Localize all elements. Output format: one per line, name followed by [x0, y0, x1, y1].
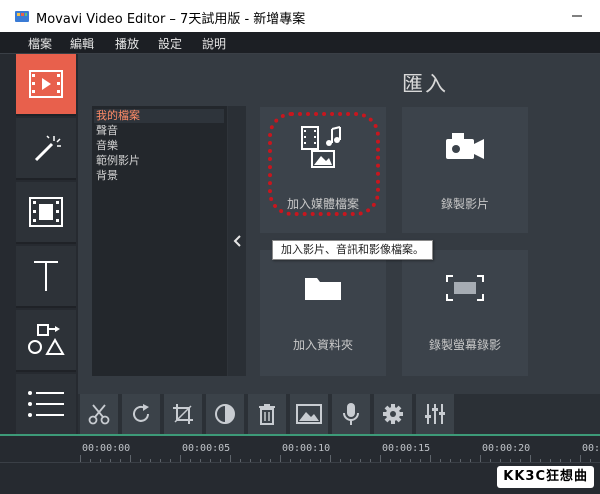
menu-file[interactable]: 檔案	[28, 35, 52, 52]
add-folder-tile[interactable]: 加入資料夾	[260, 250, 386, 376]
screen-capture-icon	[402, 274, 528, 302]
menu-help[interactable]: 說明	[202, 35, 226, 52]
panel-title: 匯入	[402, 72, 448, 96]
insert-image-button[interactable]	[290, 394, 328, 434]
timeline-tick	[130, 455, 131, 462]
timeline-tick	[280, 455, 281, 462]
sidebar-effects-button[interactable]	[16, 118, 76, 180]
equalizer-button[interactable]	[416, 394, 454, 434]
rotate-icon	[133, 404, 149, 422]
image-icon	[296, 404, 322, 424]
film-filter-icon	[29, 197, 63, 227]
window-controls	[554, 0, 600, 32]
menu-edit[interactable]: 編輯	[70, 35, 94, 52]
timeline-tick	[380, 455, 381, 462]
timeline-tick	[430, 455, 431, 462]
sidebar-transitions-button[interactable]	[16, 182, 76, 244]
clip-settings-button[interactable]	[374, 394, 412, 434]
shapes-icon	[28, 324, 65, 355]
sliders-icon	[425, 404, 445, 424]
menu-playback[interactable]: 播放	[115, 35, 139, 52]
screen-capture-tile[interactable]: 錄製螢幕錄影	[402, 250, 528, 376]
timeline-tick	[230, 455, 231, 462]
time-label-15: 00:00:15	[382, 443, 431, 454]
movavi-app-icon	[15, 11, 29, 22]
file-category-my-files[interactable]: 我的檔案	[94, 109, 224, 123]
menu-bar: 檔案 編輯 播放 設定 說明	[0, 32, 600, 54]
magic-wand-icon	[34, 135, 61, 162]
sidebar-titles-button[interactable]	[16, 246, 76, 308]
file-category-music[interactable]: 音樂	[96, 139, 118, 153]
import-film-icon	[29, 70, 63, 98]
timeline-tick	[580, 455, 581, 462]
minimize-button[interactable]	[554, 0, 600, 32]
tool-sidebar	[0, 54, 78, 436]
timeline-tick	[180, 455, 181, 462]
timeline-tick	[480, 455, 481, 462]
record-video-tile[interactable]: 錄製影片	[402, 107, 528, 233]
cut-button[interactable]	[80, 394, 118, 434]
record-audio-button[interactable]	[332, 394, 370, 434]
time-label-0: 00:00:00	[82, 443, 131, 454]
timeline-tick	[330, 455, 331, 462]
site-watermark: KK3C狂想曲	[497, 466, 594, 488]
timeline-ruler[interactable]: 00:00:00 00:00:05 00:00:10 00:00:15 00:0…	[78, 436, 600, 462]
sidebar-more-button[interactable]	[16, 374, 76, 436]
add-media-tooltip: 加入影片、音訊和影像檔案。	[272, 240, 433, 260]
annotation-highlight-circle	[268, 112, 380, 216]
list-icon	[28, 391, 64, 417]
window-title: Movavi Video Editor – 7天試用版 - 新增專案	[36, 12, 306, 27]
title-bar: Movavi Video Editor – 7天試用版 - 新增專案	[0, 0, 600, 32]
file-category-list: 我的檔案 聲音 音樂 範例影片 背景	[92, 106, 228, 376]
rotate-button[interactable]	[122, 394, 160, 434]
minimize-icon	[572, 15, 582, 17]
timeline-tick	[530, 455, 531, 462]
screen-capture-label: 錄製螢幕錄影	[428, 338, 501, 352]
color-adjust-button[interactable]	[206, 394, 244, 434]
scissors-icon	[88, 404, 110, 425]
file-category-sample-videos[interactable]: 範例影片	[96, 154, 140, 168]
delete-button[interactable]	[248, 394, 286, 434]
trash-icon	[259, 404, 275, 425]
crop-icon	[173, 404, 193, 424]
time-label-25: 00:00:25	[582, 443, 600, 454]
webcam-icon	[402, 131, 528, 163]
time-label-20: 00:00:20	[482, 443, 531, 454]
time-label-10: 00:00:10	[282, 443, 331, 454]
edit-toolbar	[78, 394, 600, 434]
microphone-icon	[343, 403, 359, 425]
text-icon	[34, 261, 58, 291]
collapse-list-button[interactable]	[228, 106, 246, 376]
contrast-icon	[215, 404, 235, 424]
add-folder-label: 加入資料夾	[292, 338, 353, 352]
timeline-tick	[80, 455, 81, 462]
time-label-5: 00:00:05	[182, 443, 231, 454]
folder-icon	[260, 274, 386, 302]
chevron-left-icon	[233, 235, 241, 247]
sidebar-import-button[interactable]	[16, 54, 76, 116]
file-category-sounds[interactable]: 聲音	[96, 124, 118, 138]
file-category-backgrounds[interactable]: 背景	[96, 169, 118, 183]
crop-button[interactable]	[164, 394, 202, 434]
track-divider	[0, 462, 600, 463]
gear-icon	[383, 404, 403, 424]
sidebar-stickers-button[interactable]	[16, 310, 76, 372]
menu-settings[interactable]: 設定	[158, 35, 182, 52]
record-video-label: 錄製影片	[440, 197, 489, 211]
